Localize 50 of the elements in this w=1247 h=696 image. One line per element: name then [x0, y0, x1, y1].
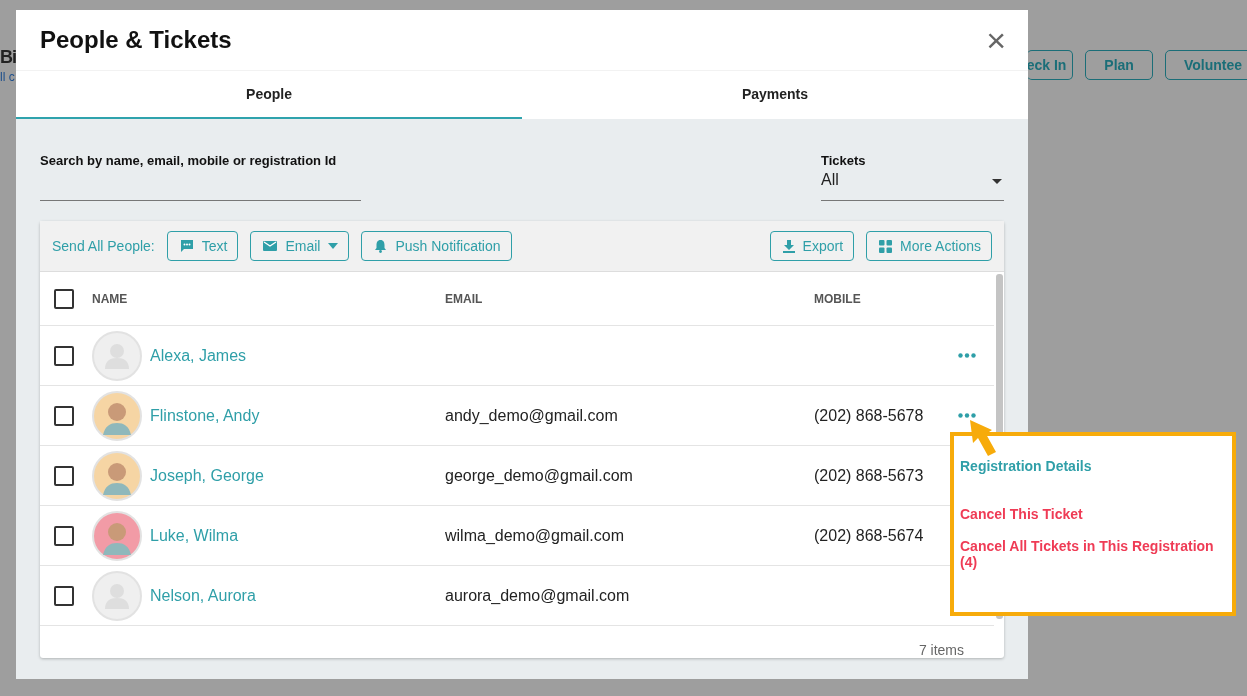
avatar-icon — [92, 570, 142, 621]
menu-item[interactable]: Cancel All Tickets in This Registration (4) — [960, 538, 1226, 570]
column-header: MOBILE — [814, 291, 862, 306]
menu-item[interactable]: Cancel This Ticket — [960, 506, 1083, 522]
person-name-link[interactable]: Flinstone, Andy — [150, 406, 260, 425]
mobile-cell-text: (202) 868-5678 — [814, 406, 925, 425]
toolbar-button[interactable]: Text — [166, 231, 239, 261]
checkbox[interactable] — [54, 585, 74, 606]
email-cell-text: andy_demo@gmail.com — [445, 406, 619, 425]
checkbox[interactable] — [54, 288, 74, 309]
person-name-link[interactable]: Nelson, Aurora — [150, 586, 256, 605]
toolbar-button[interactable]: Export — [769, 231, 855, 261]
caret-icon — [992, 179, 1002, 184]
close-button[interactable]: × — [986, 23, 1006, 57]
email-cell-text: aurora_demo@gmail.com — [445, 586, 631, 605]
checkbox[interactable] — [54, 465, 74, 486]
checkbox[interactable] — [54, 405, 74, 426]
chat-icon — [179, 239, 194, 253]
download-icon — [782, 239, 795, 253]
more-icon[interactable] — [958, 353, 976, 358]
toolbar-button[interactable]: More Actions — [866, 231, 992, 261]
grid-icon — [879, 239, 893, 253]
envelope-icon — [263, 240, 278, 252]
search-field[interactable]: Search by name, email, mobile or registration Id — [40, 141, 361, 201]
menu-item[interactable]: Registration Details — [960, 458, 1092, 474]
toolbar-button[interactable]: Push Notification — [361, 231, 512, 261]
column-header: NAME — [92, 291, 129, 306]
more-icon[interactable] — [958, 413, 976, 418]
checkbox[interactable] — [54, 525, 74, 546]
person-name-link[interactable]: Luke, Wilma — [150, 526, 239, 545]
toolbar-button[interactable]: Email — [250, 231, 350, 261]
mobile-cell-text: (202) 868-5673 — [814, 466, 925, 485]
person-name-link[interactable]: Alexa, James — [150, 346, 247, 365]
page-button[interactable]: Plan — [1085, 50, 1153, 80]
column-header: EMAIL — [445, 291, 484, 306]
toolbar-label: Send All People: — [52, 238, 155, 254]
page-title: Bi — [0, 46, 16, 69]
email-cell-text: george_demo@gmail.com — [445, 466, 634, 485]
person-name-link[interactable]: Joseph, George — [150, 466, 264, 485]
bell-icon — [374, 239, 388, 253]
item-count: 7 items — [918, 642, 964, 658]
email-cell-text: wilma_demo@gmail.com — [445, 526, 625, 545]
avatar-icon — [92, 330, 142, 381]
tickets-dropdown[interactable]: Tickets All — [821, 141, 1004, 201]
caret-icon — [328, 243, 339, 249]
dialog-title: People & Tickets — [40, 26, 232, 54]
page-button[interactable]: Voluntee — [1164, 50, 1247, 80]
mobile-cell-text: (202) 868-5674 — [814, 526, 925, 545]
page-subtitle: ll c — [0, 70, 16, 84]
checkbox[interactable] — [54, 345, 74, 366]
